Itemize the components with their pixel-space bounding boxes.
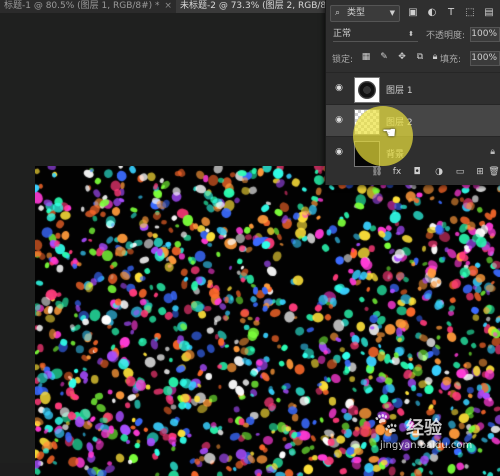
search-icon: ⌕ [335,8,341,18]
watermark: 🐾︎ 经验 jingyan.baidu.com [372,410,492,460]
layers-panel: ⌕ 类型 ▼ ▣ ◐ T ⬚ ▤ 正常 ⬍ 不透明度: 100% 锁定: ▦ ✎… [325,0,500,185]
lock-label: 锁定: [332,55,354,65]
layer-filter-select[interactable]: ⌕ 类型 ▼ [330,5,400,22]
adjustment-icon[interactable]: ◑ [432,165,446,179]
blend-mode-select[interactable]: 正常 ⬍ [333,27,418,42]
lock-position-icon[interactable]: ✥ [396,51,408,64]
link-icon[interactable]: ⛓ [370,165,384,179]
eye-icon[interactable]: ◉ [332,115,346,125]
image-filter-icon[interactable]: ▣ [406,6,420,20]
opacity-label: 不透明度: [426,31,466,41]
mask-icon[interactable]: ◘ [410,165,424,179]
paw-logo-icon: 🐾︎ [372,412,400,437]
eye-icon[interactable]: ◉ [332,83,346,93]
type-filter-icon[interactable]: T [444,6,458,20]
lock-row: 锁定: ▦ ✎ ✥ ⧉ 🔒︎ 填充: 100% [326,49,500,67]
chevron-down-icon: ▼ [389,9,395,17]
layer-filter-row: ⌕ 类型 ▼ ▣ ◐ T ⬚ ▤ [326,3,500,23]
lock-icon: 🔒︎ [490,147,495,157]
close-icon[interactable]: × [164,1,172,11]
adjustment-filter-icon[interactable]: ◐ [425,6,439,20]
layers-bottom-toolbar: ⛓ fx ◘ ◑ ▭ ⊞ 🗑︎ [326,162,500,182]
lock-image-icon[interactable]: ✎ [378,51,390,64]
fill-label: 填充: [440,55,462,65]
layer-row[interactable]: ◉ 图层 1 [326,72,500,105]
chevron-down-icon: ⬍ [408,30,414,38]
tab-label: 标题-1 @ 80.5% (图层 1, RGB/8#) * [4,1,160,11]
layer-row-selected[interactable]: ◉ 图层 2 [326,104,500,137]
watermark-brand: 经验 [406,418,442,439]
watermark-url: jingyan.baidu.com [380,440,473,451]
hand-cursor-icon: ☚ [382,123,397,142]
tab-document-1[interactable]: 标题-1 @ 80.5% (图层 1, RGB/8#) * × [0,0,172,13]
fill-input[interactable]: 100% [470,51,500,66]
filter-type-label: 类型 [347,8,366,18]
trash-icon[interactable]: 🗑︎ [487,165,500,179]
eye-icon[interactable]: ◉ [332,147,346,157]
tab-document-2[interactable]: 未标题-2 @ 73.3% (图层 2, RGB/8#) × [176,0,350,13]
fx-icon[interactable]: fx [390,165,404,179]
lock-artboard-icon[interactable]: ⧉ [414,51,426,64]
smart-object-filter-icon[interactable]: ▤ [482,6,496,20]
new-layer-icon[interactable]: ⊞ [473,165,487,179]
blend-mode-value: 正常 [333,29,352,39]
opacity-input[interactable]: 100% [470,27,500,42]
blend-row: 正常 ⬍ 不透明度: 100% [326,25,500,43]
layer-thumbnail [354,77,380,103]
layer-name[interactable]: 图层 1 [386,83,413,96]
group-icon[interactable]: ▭ [453,165,467,179]
shape-filter-icon[interactable]: ⬚ [463,6,477,20]
lock-transparent-icon[interactable]: ▦ [360,51,372,64]
tab-label: 未标题-2 @ 73.3% (图层 2, RGB/8#) [180,1,338,11]
